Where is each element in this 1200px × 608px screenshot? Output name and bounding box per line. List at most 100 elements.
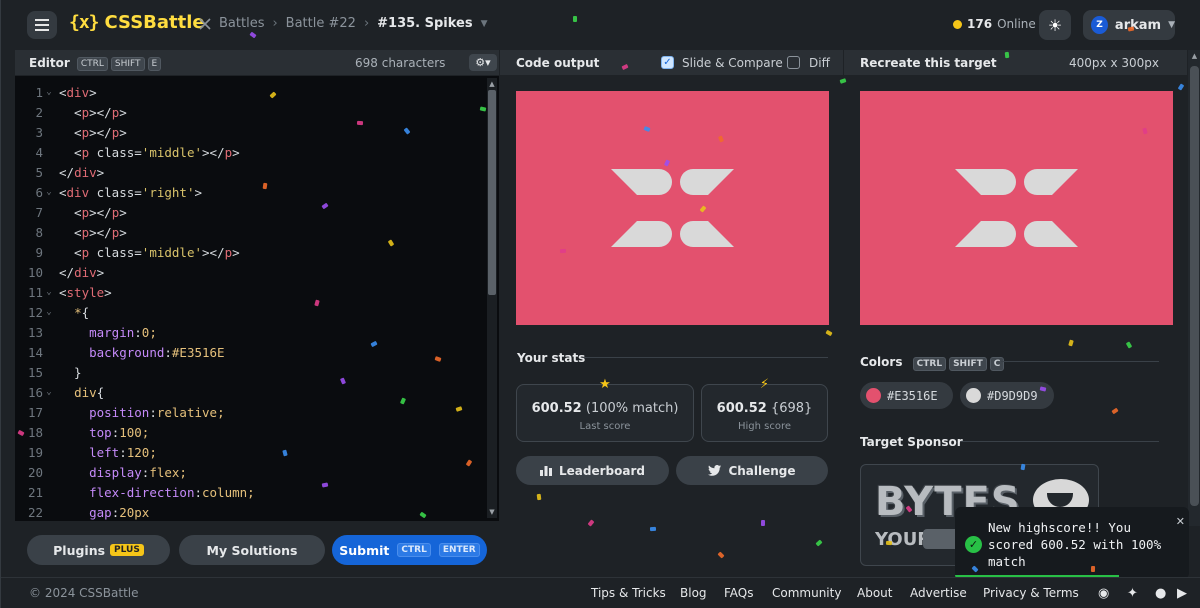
code-text: flex-direction:column; — [89, 484, 255, 500]
footer-link-tips[interactable]: Tips & Tricks — [591, 586, 666, 600]
confetti-piece — [573, 16, 577, 22]
footer-link-community[interactable]: Community — [772, 586, 841, 600]
code-line[interactable]: 11 ⌄ <style> — [15, 282, 485, 302]
scroll-up-icon[interactable]: ▲ — [487, 80, 497, 88]
code-line[interactable]: 1 ⌄ <div> — [15, 82, 485, 102]
code-line[interactable]: 17 position:relative; — [15, 402, 485, 422]
code-line[interactable]: 21 flex-direction:column; — [15, 482, 485, 502]
code-line[interactable]: 9 <p class='middle'></p> — [15, 242, 485, 262]
confetti-piece — [262, 182, 268, 190]
scroll-up-icon[interactable]: ▲ — [1188, 52, 1200, 60]
slide-compare-checkbox[interactable]: ✓ — [661, 56, 674, 69]
last-score-card: ★ 600.52 (100% match) Last score — [516, 377, 694, 442]
code-line[interactable]: 19 left:120; — [15, 442, 485, 462]
chevron-down-icon[interactable]: ▼ — [481, 19, 488, 29]
color-swatch-pink[interactable]: #E3516E — [860, 382, 953, 409]
online-dot-icon — [953, 19, 962, 29]
diff-label[interactable]: Diff — [809, 56, 830, 70]
scroll-down-icon[interactable]: ▼ — [487, 508, 497, 516]
high-score-label: High score — [737, 421, 792, 432]
discord-icon[interactable]: ◉ — [1098, 586, 1109, 601]
line-number: 16 — [27, 384, 43, 400]
code-line[interactable]: 16 ⌄ div{ — [15, 382, 485, 402]
footer-link-faqs[interactable]: FAQs — [724, 586, 754, 600]
last-score-value: 600.52 (100% match) — [517, 401, 693, 416]
twitter-icon[interactable]: ✦ — [1127, 586, 1138, 601]
code-output-canvas[interactable] — [516, 91, 829, 325]
code-line[interactable]: 5 </div> — [15, 162, 485, 182]
avatar: Z — [1091, 16, 1108, 34]
code-line[interactable]: 8 <p></p> — [15, 222, 485, 242]
high-score: 600.52 — [716, 401, 767, 416]
fold-chevron-icon[interactable]: ⌄ — [43, 387, 55, 397]
code-line[interactable]: 13 margin:0; — [15, 322, 485, 342]
breadcrumb-battle[interactable]: Battle #22 — [286, 16, 356, 31]
code-text: <div> — [59, 84, 97, 100]
code-text: display:flex; — [89, 464, 187, 480]
colors-title: Colors CTRL SHIFT C — [860, 355, 1005, 371]
editor-scrollbar[interactable]: ▲ ▼ — [487, 78, 497, 518]
online-count: 176 — [967, 17, 993, 31]
line-number: 11 — [27, 284, 43, 300]
page-scrollbar[interactable]: ▲ — [1188, 50, 1200, 526]
code-line[interactable]: 22 gap:20px — [15, 502, 485, 521]
logo[interactable]: {x} CSSBattle — [69, 12, 205, 33]
plus-badge: PLUS — [110, 544, 144, 556]
chevron-right-icon: › — [363, 16, 370, 31]
code-line[interactable]: 2 <p></p> — [15, 102, 485, 122]
footer-link-about[interactable]: About — [857, 586, 892, 600]
submit-button[interactable]: Submit CTRL ENTER — [332, 535, 487, 565]
my-solutions-button[interactable]: My Solutions — [179, 535, 325, 565]
line-number: 19 — [27, 444, 43, 460]
page-scroll-thumb[interactable] — [1190, 66, 1199, 506]
character-count: 698 characters — [355, 56, 446, 70]
code-editor[interactable]: 1 ⌄ <div> 2 <p></p> 3 <p></p> 4 <p class='mid… — [15, 76, 499, 521]
line-number: 14 — [27, 344, 43, 360]
footer-link-blog[interactable]: Blog — [680, 586, 707, 600]
challenge-button[interactable]: Challenge — [676, 456, 828, 485]
confetti-piece — [717, 551, 725, 559]
code-line[interactable]: 18 top:100; — [15, 422, 485, 442]
fold-chevron-icon[interactable]: ⌄ — [43, 307, 55, 317]
editor-title: Editor — [29, 55, 70, 70]
youtube-icon[interactable]: ▶ — [1177, 586, 1187, 601]
code-text: <p></p> — [59, 224, 127, 240]
code-text: <p class='middle'></p> — [59, 244, 240, 260]
my-solutions-label: My Solutions — [206, 542, 298, 558]
fold-chevron-icon[interactable]: ⌄ — [43, 187, 55, 197]
code-line[interactable]: 20 display:flex; — [15, 462, 485, 482]
user-menu-button[interactable]: Z arkam ▼ — [1083, 10, 1175, 40]
confetti-piece — [356, 120, 364, 126]
breadcrumb-battles[interactable]: Battles — [219, 16, 264, 31]
leaderboard-button[interactable]: Leaderboard — [516, 456, 669, 485]
kbd-key: CTRL — [76, 56, 108, 71]
twitter-icon — [708, 465, 722, 476]
confetti-piece — [885, 540, 893, 546]
code-line[interactable]: 3 <p></p> — [15, 122, 485, 142]
breadcrumb-current[interactable]: #135. Spikes — [377, 16, 472, 31]
scroll-thumb[interactable] — [488, 90, 496, 295]
github-icon[interactable]: ● — [1155, 586, 1166, 601]
code-line[interactable]: 7 <p></p> — [15, 202, 485, 222]
fold-chevron-icon[interactable]: ⌄ — [43, 87, 55, 97]
highscore-toast[interactable]: ✕ ✓ New highscore!! You scored 600.52 wi… — [955, 507, 1189, 579]
code-line[interactable]: 6 ⌄ <div class='right'> — [15, 182, 485, 202]
diff-checkbox[interactable] — [787, 56, 800, 69]
plugins-button[interactable]: Plugins PLUS — [27, 535, 170, 565]
line-number: 13 — [27, 324, 43, 340]
fold-chevron-icon[interactable]: ⌄ — [43, 287, 55, 297]
code-line[interactable]: 10 </div> — [15, 262, 485, 282]
code-line[interactable]: 15 } — [15, 362, 485, 382]
line-number: 17 — [27, 404, 43, 420]
code-text: <style> — [59, 284, 112, 300]
theme-toggle-button[interactable]: ☀ — [1039, 10, 1071, 40]
editor-settings-button[interactable]: ⚙▾ — [469, 54, 497, 71]
code-line[interactable]: 4 <p class='middle'></p> — [15, 142, 485, 162]
code-line[interactable]: 12 ⌄ *{ — [15, 302, 485, 322]
slide-compare-label[interactable]: Slide & Compare — [682, 56, 783, 70]
footer-link-advertise[interactable]: Advertise — [910, 586, 967, 600]
footer-link-privacy[interactable]: Privacy & Terms — [983, 586, 1079, 600]
high-score-value: 600.52 {698} — [702, 401, 827, 416]
menu-button[interactable] — [27, 11, 57, 39]
code-line[interactable]: 14 background:#E3516E — [15, 342, 485, 362]
